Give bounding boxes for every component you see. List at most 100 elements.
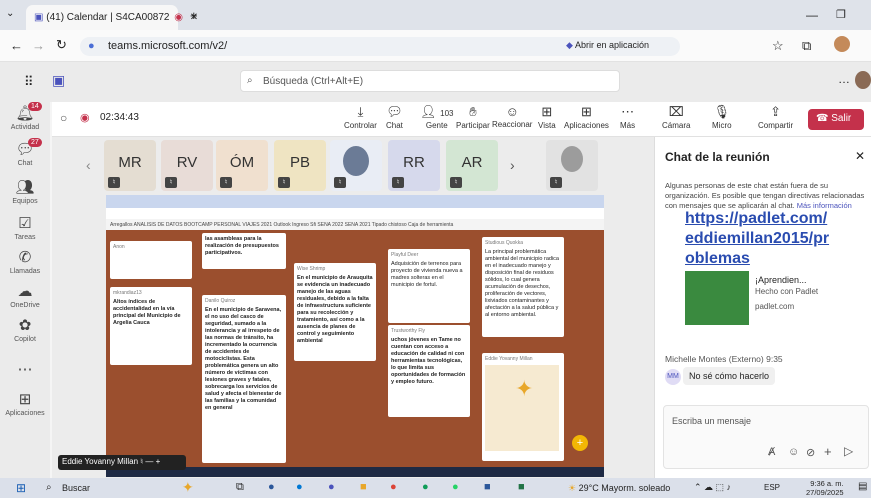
compose-box[interactable]: Escriba un mensaje Ⱥ ☺ ⊘ + ▷ <box>663 405 869 469</box>
participant-tile[interactable]: ÓM ♮ <box>216 140 268 191</box>
mic-button[interactable]: 🎙︎ Micro <box>712 104 732 130</box>
open-in-app-button[interactable]: ◆ Abrir en aplicación <box>566 40 649 51</box>
participant-tile[interactable]: PB ♮ <box>274 140 326 191</box>
link-preview[interactable]: ¡Aprendien... Hecho con Padlet padlet.co… <box>755 275 825 312</box>
taskbar-search-icon[interactable]: ⌕ <box>46 482 52 493</box>
extensions-icon[interactable]: ⧉ <box>802 38 811 54</box>
add-post-button: + <box>572 435 588 451</box>
rail-item-chat[interactable]: 💬︎ 27 Chat <box>0 138 50 167</box>
zoom-icon: — + <box>145 457 161 466</box>
weather[interactable]: ☀ 29°C Mayorm. soleado <box>568 483 670 494</box>
close-chat-icon[interactable]: ✕ <box>855 149 865 163</box>
emoji-icon[interactable]: ☺ <box>788 446 799 458</box>
reload-icon[interactable]: ↻ <box>56 37 67 53</box>
language-indicator[interactable]: ESP <box>764 483 780 492</box>
rail-item-onedrive[interactable]: ☁ OneDrive <box>0 282 50 309</box>
hand-icon: ✋︎ <box>469 104 477 119</box>
send-icon[interactable]: ▷ <box>844 444 853 458</box>
padlet-card: las asambleas para la realización de pre… <box>202 233 286 269</box>
attach-icon[interactable]: ⊘ <box>806 446 815 459</box>
restore-icon[interactable]: ❐ <box>836 8 846 21</box>
participant-tile-video[interactable]: ♮ <box>546 140 598 191</box>
app-icon[interactable]: ● <box>422 481 429 493</box>
share-button[interactable]: ⇪ Compartir <box>758 104 793 130</box>
participant-tile[interactable]: RR ♮ <box>388 140 440 191</box>
chat-badge: 27 <box>28 138 42 147</box>
prev-participants-icon[interactable]: ‹ <box>86 157 91 173</box>
people-button[interactable]: 👤︎ 103 Gente <box>420 104 453 130</box>
chrome-icon[interactable]: ● <box>390 481 397 493</box>
rail-label: Llamadas <box>9 268 41 275</box>
app-icon[interactable]: ● <box>268 481 275 493</box>
forward-icon[interactable]: → <box>32 38 45 53</box>
tab-list-icon[interactable]: ⌄ <box>6 8 14 19</box>
search-input[interactable]: ⌕ Búsqueda (Ctrl+Alt+E) <box>240 70 620 92</box>
sun-icon: ☀ <box>568 483 577 493</box>
participant-tile[interactable]: MR ♮ <box>104 140 156 191</box>
camera-off-icon: ⌧ <box>668 104 684 119</box>
view-button[interactable]: ⊞ Vista <box>538 104 556 130</box>
widgets-icon[interactable]: ✦ <box>182 479 194 496</box>
leave-button[interactable]: ☎ Salir <box>808 109 864 130</box>
back-icon[interactable]: ← <box>10 38 23 53</box>
app-icon[interactable]: ● <box>328 481 335 493</box>
bookmark-star-icon[interactable]: ☆ <box>772 38 784 54</box>
next-participants-icon[interactable]: › <box>510 157 515 173</box>
rail-item-tareas[interactable]: ☑ Tareas <box>0 214 50 241</box>
controlar-button[interactable]: ⤓ Controlar <box>344 104 377 130</box>
windows-start-icon[interactable]: ⊞ <box>16 481 26 495</box>
add-app-icon: ⊞ <box>581 104 592 119</box>
participant-tile[interactable]: AR ♮ <box>446 140 498 191</box>
meeting-toolbar: ○ ◉ 02:34:43 ⤓ Controlar 💬︎ Chat 👤︎ 103 Gen… <box>52 102 871 137</box>
more-options-icon[interactable]: … <box>838 72 850 86</box>
minimize-icon[interactable]: — <box>806 8 818 22</box>
react-button[interactable]: ☺ Reaccionar <box>492 104 532 129</box>
chat-button[interactable]: 💬︎ Chat <box>386 104 403 130</box>
whatsapp-icon[interactable]: ● <box>452 481 459 493</box>
address-text: teams.microsoft.com/v2/ <box>108 40 228 52</box>
tray-icons[interactable]: ⌃ ☁ ⬚ ♪ <box>694 482 731 493</box>
participant-tile[interactable]: RV ♮ <box>161 140 213 191</box>
folder-icon[interactable]: ■ <box>360 481 367 493</box>
padlet-card: mkrandiaz13 Altos índices de accidentalid… <box>110 287 192 365</box>
address-bar[interactable]: ● teams.microsoft.com/v2/ ◆ Abrir en apl… <box>80 37 680 56</box>
camera-button[interactable]: ⌧ Cámara <box>662 104 690 130</box>
notification-icon[interactable]: ▤ <box>858 481 867 492</box>
browser-tab-strip: ⌄ ▣ (41) Calendar | S4CA00872 ◉ ✕ + — ❐ <box>0 0 871 30</box>
word-icon[interactable]: ■ <box>484 481 491 493</box>
sender-avatar: MM <box>665 369 681 385</box>
rail-more-icon[interactable]: ⋯ <box>0 360 50 380</box>
teams-header: ⠿ ▣ ⌕ Búsqueda (Ctrl+Alt+E) … <box>0 62 871 102</box>
more-button[interactable]: ⋯ Más <box>620 104 635 130</box>
recording-icon: ◉ <box>174 12 183 23</box>
add-icon[interactable]: + <box>824 444 832 459</box>
left-rail: 🔔︎ 14 Actividad 💬︎ 27 Chat 👥︎ Equipos ☑ Ta… <box>0 102 50 478</box>
puzzle-icon: ✦ <box>515 376 534 401</box>
new-tab-icon[interactable]: + <box>190 8 198 23</box>
taskbar-search[interactable]: Buscar <box>62 483 90 493</box>
excel-icon[interactable]: ■ <box>518 481 525 493</box>
participant-tile-video[interactable]: ♮ <box>330 140 382 191</box>
rail-item-llamadas[interactable]: ✆ Llamadas <box>0 248 50 275</box>
raise-hand-button[interactable]: ✋︎ Participar <box>456 104 490 130</box>
apps-button[interactable]: ⊞ Aplicaciones <box>564 104 609 130</box>
smile-icon: ☺ <box>505 104 519 119</box>
app-icon[interactable]: ● <box>296 481 303 493</box>
format-icon[interactable]: Ⱥ <box>768 446 775 458</box>
shared-browser-address <box>106 208 604 219</box>
rail-item-aplicaciones[interactable]: ⊞ Aplicaciones <box>0 390 50 417</box>
task-view-icon[interactable]: ⧉ <box>236 481 244 494</box>
clock[interactable]: 9:36 a. m. 27/09/2025 <box>806 479 844 497</box>
profile-avatar[interactable] <box>834 36 850 52</box>
user-avatar[interactable] <box>855 71 871 89</box>
app-launcher-icon[interactable]: ⠿ <box>24 74 34 90</box>
rail-item-equipos[interactable]: 👥︎ Equipos <box>0 178 50 205</box>
padlet-link[interactable]: https://padlet.com/eddiemillan2015/pr obl… <box>685 209 869 269</box>
shield-icon[interactable]: ○ <box>60 111 67 125</box>
participant-photo <box>561 146 583 172</box>
rail-item-copilot[interactable]: ✿ Copilot <box>0 316 50 343</box>
browser-tab[interactable]: ▣ (41) Calendar | S4CA00872 ◉ ✕ <box>26 5 198 30</box>
shared-screen: Arregallos ANALISIS DE DATOS BOOTCAMP PE… <box>106 195 604 477</box>
rail-label: Chat <box>17 160 33 167</box>
rail-item-actividad[interactable]: 🔔︎ 14 Actividad <box>0 102 50 131</box>
